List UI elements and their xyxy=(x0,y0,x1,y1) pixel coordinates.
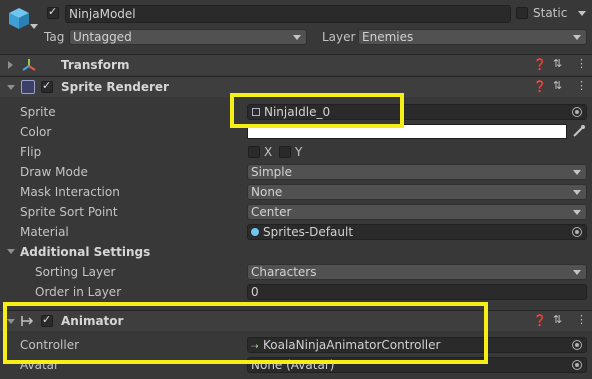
animator-highlight-box xyxy=(3,302,488,364)
draw-mode-label: Draw Mode xyxy=(20,165,88,179)
sorting-layer-dropdown[interactable]: Characters xyxy=(247,264,587,280)
flip-x-checkbox[interactable] xyxy=(248,146,260,158)
flip-x-label: X xyxy=(264,145,273,159)
help-icon[interactable]: ❓ xyxy=(533,315,547,327)
sprite-sort-point-label: Sprite Sort Point xyxy=(20,205,118,219)
draw-mode-value: Simple xyxy=(251,165,292,179)
object-picker-icon[interactable] xyxy=(572,340,582,350)
help-icon[interactable]: ❓ xyxy=(533,59,547,71)
chevron-down-icon xyxy=(573,190,581,195)
object-name-field[interactable]: NinjaModel xyxy=(65,5,511,23)
transform-header[interactable]: Transform ❓ ⇅ ⋮ xyxy=(0,54,592,75)
material-sphere-icon xyxy=(251,228,259,236)
material-value: Sprites-Default xyxy=(263,225,354,239)
chevron-down-icon xyxy=(573,210,581,215)
sprite-sort-point-value: Center xyxy=(251,205,292,219)
sprite-highlight-box xyxy=(230,93,404,128)
object-picker-icon[interactable] xyxy=(572,360,582,370)
tag-dropdown[interactable]: Untagged xyxy=(69,29,307,45)
transform-icon xyxy=(22,58,36,72)
flip-y-label: Y xyxy=(295,145,303,159)
transform-title: Transform xyxy=(61,58,130,72)
object-picker-icon[interactable] xyxy=(572,227,582,237)
active-checkbox[interactable] xyxy=(47,5,59,19)
sprite-renderer-enabled-checkbox[interactable] xyxy=(41,79,53,93)
collapse-arrow-icon[interactable] xyxy=(7,85,15,90)
layer-value: Enemies xyxy=(362,30,414,44)
gameobject-cube-icon xyxy=(7,6,31,30)
sprite-label: Sprite xyxy=(20,105,56,119)
chevron-down-icon xyxy=(573,35,581,40)
order-in-layer-label: Order in Layer xyxy=(35,285,122,299)
more-options-icon[interactable]: ⋮ xyxy=(576,58,587,70)
material-label: Material xyxy=(20,225,69,239)
sorting-layer-value: Characters xyxy=(251,265,317,279)
sprite-sort-point-dropdown[interactable]: Center xyxy=(247,204,587,220)
tag-label: Tag xyxy=(44,30,65,44)
chevron-down-icon xyxy=(293,35,301,40)
sprite-renderer-title: Sprite Renderer xyxy=(61,80,169,94)
expand-arrow-icon[interactable] xyxy=(8,61,13,69)
additional-settings-arrow-icon[interactable] xyxy=(7,249,15,254)
sorting-layer-label: Sorting Layer xyxy=(35,265,116,279)
sprite-renderer-icon xyxy=(21,80,35,94)
preset-sliders-icon[interactable]: ⇅ xyxy=(553,80,562,92)
tag-value: Untagged xyxy=(73,30,132,44)
order-in-layer-field[interactable]: 0 xyxy=(247,284,587,300)
draw-mode-dropdown[interactable]: Simple xyxy=(247,164,587,180)
layer-label: Layer xyxy=(322,30,356,44)
preset-sliders-icon[interactable]: ⇅ xyxy=(553,58,562,70)
more-options-icon[interactable]: ⋮ xyxy=(576,80,587,92)
chevron-down-icon xyxy=(573,270,581,275)
material-object-field[interactable]: Sprites-Default xyxy=(247,224,587,240)
chevron-down-icon xyxy=(573,170,581,175)
static-checkbox[interactable] xyxy=(516,7,528,19)
eyedropper-icon[interactable] xyxy=(572,124,586,138)
more-options-icon[interactable]: ⋮ xyxy=(576,314,587,326)
color-label: Color xyxy=(20,125,52,139)
mask-interaction-label: Mask Interaction xyxy=(20,185,120,199)
flip-y-checkbox[interactable] xyxy=(279,146,291,158)
flip-label: Flip xyxy=(20,145,42,159)
icon-dropdown-arrow[interactable] xyxy=(30,24,38,29)
object-picker-icon[interactable] xyxy=(572,107,582,117)
preset-sliders-icon[interactable]: ⇅ xyxy=(553,314,562,326)
additional-settings-label[interactable]: Additional Settings xyxy=(20,245,150,259)
layer-dropdown[interactable]: Enemies xyxy=(358,29,587,45)
mask-interaction-value: None xyxy=(251,185,283,199)
static-label: Static xyxy=(533,6,568,20)
help-icon[interactable]: ❓ xyxy=(533,81,547,93)
mask-interaction-dropdown[interactable]: None xyxy=(247,184,587,200)
static-dropdown-arrow[interactable] xyxy=(578,11,586,16)
